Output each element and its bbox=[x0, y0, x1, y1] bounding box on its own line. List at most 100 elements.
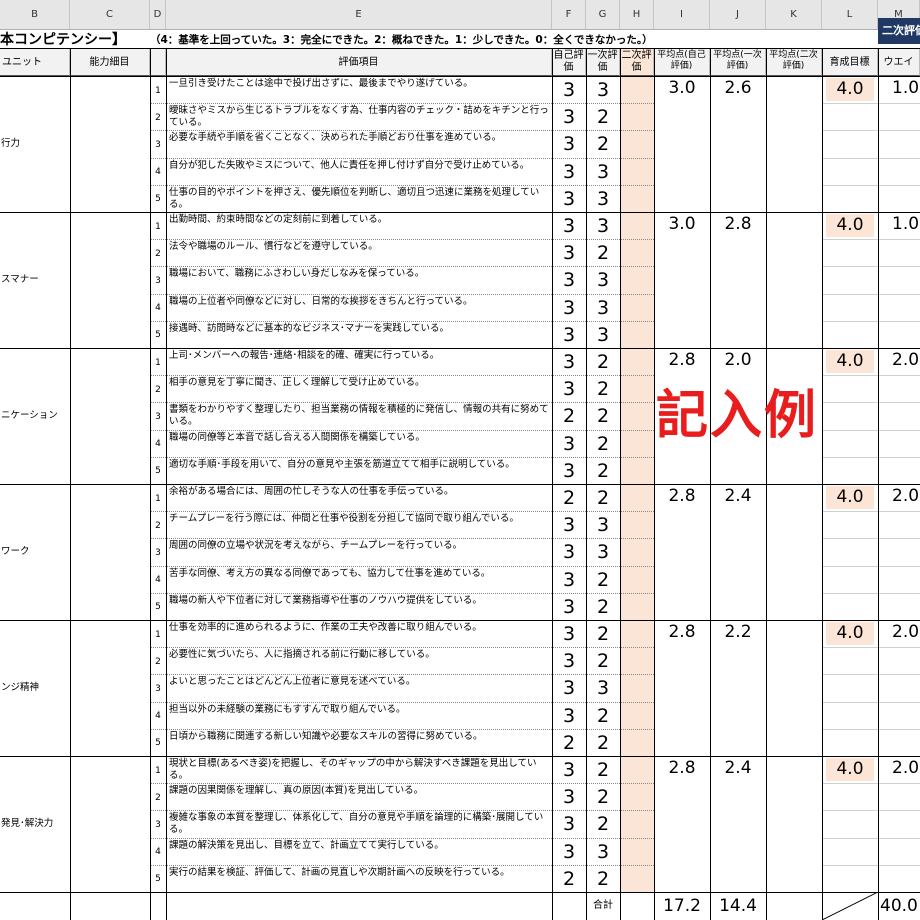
second-score[interactable] bbox=[620, 104, 654, 130]
second-score[interactable] bbox=[620, 240, 654, 266]
first-score[interactable]: 3 bbox=[586, 839, 620, 865]
column-header-e[interactable]: E bbox=[166, 0, 552, 30]
self-score[interactable]: 3 bbox=[552, 675, 586, 701]
first-score[interactable]: 2 bbox=[586, 730, 620, 756]
self-score[interactable]: 3 bbox=[552, 839, 586, 865]
target-value[interactable]: 4.0 bbox=[826, 758, 874, 781]
first-score[interactable]: 2 bbox=[586, 703, 620, 729]
first-score[interactable]: 2 bbox=[586, 621, 620, 647]
second-score[interactable] bbox=[620, 403, 654, 429]
second-score[interactable] bbox=[620, 675, 654, 701]
self-score[interactable]: 3 bbox=[552, 186, 586, 212]
column-header-c[interactable]: C bbox=[70, 0, 150, 30]
second-score[interactable] bbox=[620, 757, 654, 783]
first-score[interactable]: 2 bbox=[586, 131, 620, 157]
column-header-h[interactable]: H bbox=[620, 0, 654, 30]
second-score[interactable] bbox=[620, 839, 654, 865]
self-score[interactable]: 3 bbox=[552, 621, 586, 647]
self-score[interactable]: 2 bbox=[552, 485, 586, 511]
self-score[interactable]: 3 bbox=[552, 213, 586, 239]
first-score[interactable]: 2 bbox=[586, 485, 620, 511]
second-score[interactable] bbox=[620, 648, 654, 674]
second-score[interactable] bbox=[620, 186, 654, 212]
self-score[interactable]: 3 bbox=[552, 159, 586, 185]
second-score[interactable] bbox=[620, 77, 654, 103]
target-value[interactable]: 4.0 bbox=[826, 78, 874, 101]
first-score[interactable]: 2 bbox=[586, 240, 620, 266]
second-score[interactable] bbox=[620, 431, 654, 457]
self-score[interactable]: 3 bbox=[552, 431, 586, 457]
column-header-d[interactable]: D bbox=[150, 0, 166, 30]
target-value[interactable]: 4.0 bbox=[826, 622, 874, 645]
column-header-b[interactable]: B bbox=[0, 0, 70, 30]
second-score[interactable] bbox=[620, 567, 654, 593]
column-header-j[interactable]: J bbox=[710, 0, 766, 30]
target-value[interactable]: 4.0 bbox=[826, 214, 874, 237]
first-score[interactable]: 3 bbox=[586, 267, 620, 293]
target-value[interactable]: 4.0 bbox=[826, 486, 874, 509]
first-score[interactable]: 2 bbox=[586, 431, 620, 457]
first-score[interactable]: 3 bbox=[586, 159, 620, 185]
second-score[interactable] bbox=[620, 539, 654, 565]
second-score[interactable] bbox=[620, 376, 654, 402]
self-score[interactable]: 3 bbox=[552, 458, 586, 484]
first-score[interactable]: 2 bbox=[586, 104, 620, 130]
first-score[interactable]: 2 bbox=[586, 866, 620, 892]
second-score[interactable] bbox=[620, 485, 654, 511]
self-score[interactable]: 3 bbox=[552, 376, 586, 402]
self-score[interactable]: 2 bbox=[552, 403, 586, 429]
column-header-g[interactable]: G bbox=[586, 0, 620, 30]
self-score[interactable]: 2 bbox=[552, 730, 586, 756]
self-score[interactable]: 3 bbox=[552, 77, 586, 103]
first-score[interactable]: 2 bbox=[586, 594, 620, 620]
self-score[interactable]: 3 bbox=[552, 104, 586, 130]
first-score[interactable]: 2 bbox=[586, 784, 620, 810]
first-score[interactable]: 2 bbox=[586, 757, 620, 783]
self-score[interactable]: 3 bbox=[552, 131, 586, 157]
self-score[interactable]: 3 bbox=[552, 512, 586, 538]
second-score[interactable] bbox=[620, 295, 654, 321]
second-score[interactable] bbox=[620, 730, 654, 756]
first-score[interactable]: 3 bbox=[586, 539, 620, 565]
second-score[interactable] bbox=[620, 703, 654, 729]
first-score[interactable]: 2 bbox=[586, 567, 620, 593]
second-score[interactable] bbox=[620, 621, 654, 647]
first-score[interactable]: 3 bbox=[586, 322, 620, 348]
self-score[interactable]: 3 bbox=[552, 539, 586, 565]
first-score[interactable]: 3 bbox=[586, 675, 620, 701]
first-score[interactable]: 2 bbox=[586, 811, 620, 837]
self-score[interactable]: 2 bbox=[552, 866, 586, 892]
self-score[interactable]: 3 bbox=[552, 594, 586, 620]
self-score[interactable]: 3 bbox=[552, 703, 586, 729]
self-score[interactable]: 3 bbox=[552, 811, 586, 837]
first-score[interactable]: 3 bbox=[586, 213, 620, 239]
second-score[interactable] bbox=[620, 349, 654, 375]
second-score[interactable] bbox=[620, 458, 654, 484]
first-score[interactable]: 2 bbox=[586, 648, 620, 674]
self-score[interactable]: 3 bbox=[552, 567, 586, 593]
first-score[interactable]: 2 bbox=[586, 349, 620, 375]
self-score[interactable]: 3 bbox=[552, 267, 586, 293]
first-score[interactable]: 3 bbox=[586, 186, 620, 212]
first-score[interactable]: 3 bbox=[586, 512, 620, 538]
first-score[interactable]: 3 bbox=[586, 77, 620, 103]
second-score[interactable] bbox=[620, 322, 654, 348]
first-score[interactable]: 3 bbox=[586, 295, 620, 321]
self-score[interactable]: 3 bbox=[552, 240, 586, 266]
second-score[interactable] bbox=[620, 131, 654, 157]
second-score[interactable] bbox=[620, 267, 654, 293]
self-score[interactable]: 3 bbox=[552, 648, 586, 674]
first-score[interactable]: 2 bbox=[586, 403, 620, 429]
column-header-l[interactable]: L bbox=[822, 0, 878, 30]
second-score[interactable] bbox=[620, 866, 654, 892]
self-score[interactable]: 3 bbox=[552, 295, 586, 321]
column-header-i[interactable]: I bbox=[654, 0, 710, 30]
column-header-f[interactable]: F bbox=[552, 0, 586, 30]
first-score[interactable]: 2 bbox=[586, 458, 620, 484]
second-score[interactable] bbox=[620, 512, 654, 538]
self-score[interactable]: 3 bbox=[552, 784, 586, 810]
self-score[interactable]: 3 bbox=[552, 349, 586, 375]
second-score[interactable] bbox=[620, 213, 654, 239]
self-score[interactable]: 3 bbox=[552, 757, 586, 783]
second-score[interactable] bbox=[620, 159, 654, 185]
